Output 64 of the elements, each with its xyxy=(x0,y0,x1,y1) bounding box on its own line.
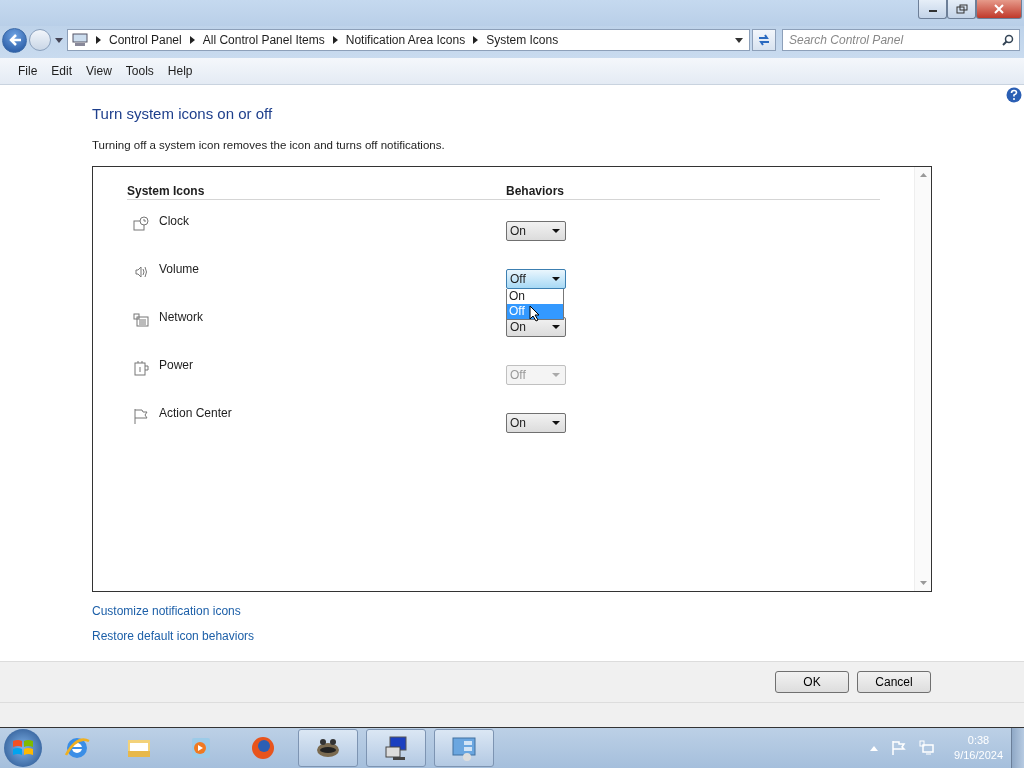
behavior-dropdown[interactable]: On xyxy=(506,221,566,241)
scroll-up-icon[interactable] xyxy=(919,173,927,177)
link[interactable]: Customize notification icons xyxy=(92,604,241,618)
icon-name: Action Center xyxy=(159,406,233,420)
breadcrumb[interactable]: Control Panel xyxy=(109,33,182,47)
icon-name: Power xyxy=(159,358,194,372)
breadcrumb[interactable]: System Icons xyxy=(486,33,559,47)
ok-button[interactable]: OK xyxy=(775,671,849,693)
back-button[interactable] xyxy=(2,27,27,53)
menu-item[interactable]: View xyxy=(80,62,118,80)
column-header: System Icons xyxy=(127,184,206,198)
show-desktop-button[interactable] xyxy=(1011,728,1024,768)
refresh-button[interactable] xyxy=(752,29,776,51)
menu-item[interactable]: Help xyxy=(161,62,199,80)
caret-icon[interactable] xyxy=(735,37,743,43)
breadcrumb[interactable]: Notification Area Icons xyxy=(345,33,466,47)
caret-icon xyxy=(552,229,560,233)
scroll-down-icon[interactable] xyxy=(919,581,927,585)
network-icon xyxy=(133,312,149,328)
chevron-icon[interactable] xyxy=(189,36,195,44)
behavior-dropdown[interactable]: Off xyxy=(506,269,566,289)
icon-name: Network xyxy=(159,310,204,324)
behavior-dropdown[interactable]: On xyxy=(506,413,566,433)
close-button[interactable] xyxy=(976,0,1022,19)
scrollbar[interactable] xyxy=(914,167,931,591)
taskbar-app[interactable] xyxy=(366,729,426,767)
close-icon xyxy=(993,4,1005,14)
caret-icon xyxy=(552,277,560,281)
dropdown-option[interactable]: On xyxy=(507,289,563,304)
clock-time: 0:38 xyxy=(967,733,990,748)
help-icon[interactable] xyxy=(1006,87,1022,103)
volume-icon xyxy=(133,264,149,280)
caret-icon xyxy=(552,421,560,425)
restore-icon xyxy=(955,4,968,14)
chevron-icon[interactable] xyxy=(473,36,479,44)
chevron-icon[interactable] xyxy=(332,36,338,44)
menu-item[interactable]: File xyxy=(12,62,44,80)
minimize-button[interactable] xyxy=(918,0,947,19)
refresh-icon xyxy=(757,34,771,46)
caret-icon xyxy=(552,325,560,329)
computer-icon xyxy=(72,33,88,47)
icon-name: Clock xyxy=(159,214,190,228)
caret-icon[interactable] xyxy=(55,37,63,43)
column-header: Behaviors xyxy=(506,184,565,198)
power-icon xyxy=(133,360,149,376)
page-heading: Turn system icons on or off xyxy=(92,105,273,122)
cancel-button[interactable]: Cancel xyxy=(857,671,931,693)
start-button[interactable] xyxy=(4,729,42,767)
taskbar-app[interactable] xyxy=(298,729,358,767)
address-bar[interactable]: Control Panel All Control Panel Items Notification Area Icons System Icons xyxy=(67,29,750,51)
caret-icon xyxy=(552,373,560,377)
flag-icon xyxy=(133,408,149,424)
menu-item[interactable]: Tools xyxy=(119,62,160,80)
menu-item[interactable]: Edit xyxy=(45,62,79,80)
clock-date: 9/16/2024 xyxy=(954,748,1003,763)
maximize-button[interactable] xyxy=(947,0,976,19)
description-text: Turning off a system icon removes the icon and turns off notifications. xyxy=(92,139,445,151)
chevron-icon[interactable] xyxy=(96,36,101,44)
clock-icon xyxy=(133,216,149,232)
icon-name: Volume xyxy=(159,262,201,276)
search-field[interactable]: Search Control Panel xyxy=(782,29,1020,51)
search-icon xyxy=(1002,34,1014,46)
link[interactable]: Restore default icon behaviors xyxy=(92,629,255,643)
breadcrumb[interactable]: All Control Panel Items xyxy=(202,33,325,47)
